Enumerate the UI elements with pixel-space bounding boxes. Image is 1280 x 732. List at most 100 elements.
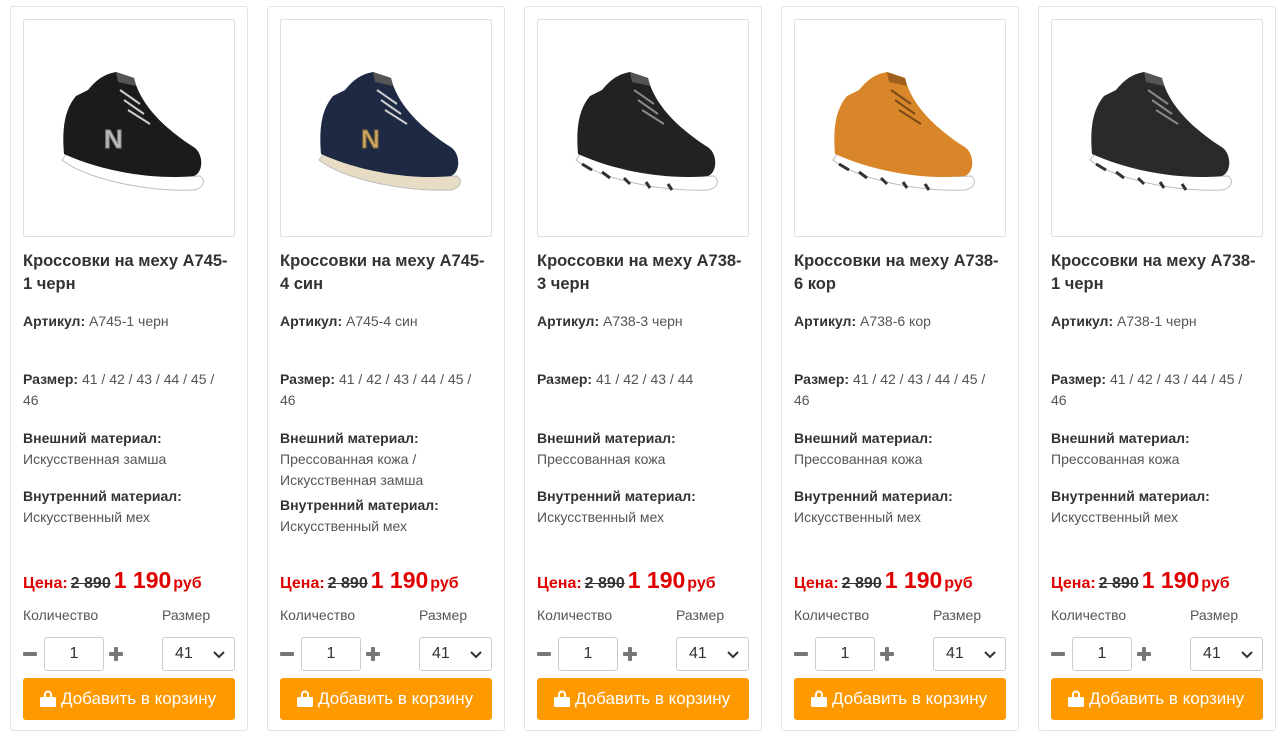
outer-material-value-cont: Искусственная замша bbox=[280, 472, 424, 488]
size-select-value: 41 bbox=[1203, 645, 1221, 662]
size-select-value: 41 bbox=[689, 645, 707, 662]
product-title-line: 3 черн bbox=[537, 275, 590, 293]
shopping-bag-icon bbox=[297, 690, 313, 707]
size-select[interactable]: 41 bbox=[419, 637, 492, 671]
inner-material-value: Искусственный мех bbox=[537, 509, 665, 525]
decrease-quantity-button[interactable] bbox=[794, 637, 810, 671]
product-image[interactable]: N bbox=[280, 19, 492, 237]
sizes-label: Размер: bbox=[1051, 371, 1107, 387]
quantity-label: Количество bbox=[23, 607, 99, 623]
svg-text:N: N bbox=[104, 124, 123, 154]
size-select-value: 41 bbox=[432, 645, 450, 662]
new-price: 1 190 bbox=[1141, 567, 1200, 593]
old-price: 2 890 bbox=[841, 575, 882, 592]
sizes-label: Размер: bbox=[280, 371, 336, 387]
decrease-quantity-button[interactable] bbox=[23, 637, 39, 671]
decrease-quantity-button[interactable] bbox=[537, 637, 553, 671]
sizes-value-cont: 46 bbox=[1051, 392, 1067, 408]
quantity-input[interactable] bbox=[558, 637, 618, 671]
article-value: А738-1 черн bbox=[1117, 313, 1197, 329]
product-title[interactable]: Кроссовки на меху А738- 1 черн bbox=[1051, 250, 1267, 296]
product-title-line: 1 черн bbox=[1051, 275, 1104, 293]
article-value: А745-1 черн bbox=[89, 313, 169, 329]
size-select-value: 41 bbox=[946, 645, 964, 662]
product-title[interactable]: Кроссовки на меху А738- 3 черн bbox=[537, 250, 753, 296]
product-image[interactable] bbox=[794, 19, 1006, 237]
currency: руб bbox=[1201, 575, 1230, 592]
outer-material-row: Внешний материал: Искусственная замша bbox=[23, 428, 239, 470]
product-title[interactable]: Кроссовки на меху А745- 1 черн bbox=[23, 250, 239, 296]
quantity-label: Количество bbox=[1051, 607, 1127, 623]
inner-material-label: Внутренний материал: bbox=[280, 497, 439, 513]
product-image[interactable]: N bbox=[23, 19, 235, 237]
add-to-cart-button[interactable]: Добавить в корзину bbox=[280, 678, 492, 720]
product-title[interactable]: Кроссовки на меху А745- 4 син bbox=[280, 250, 496, 296]
new-price: 1 190 bbox=[113, 567, 172, 593]
sizes-value-cont: 46 bbox=[23, 392, 39, 408]
increase-quantity-button[interactable] bbox=[1137, 637, 1153, 671]
sneaker-image: N bbox=[61, 72, 204, 191]
quantity-label: Количество bbox=[280, 607, 356, 623]
product-image[interactable] bbox=[1051, 19, 1263, 237]
price-label: Цена: bbox=[23, 575, 68, 592]
shopping-bag-icon bbox=[554, 690, 570, 707]
quantity-input[interactable] bbox=[1072, 637, 1132, 671]
sizes-row: Размер: 41 / 42 / 43 / 44 / 45 / 46 bbox=[794, 369, 1010, 411]
inner-material-value: Искусственный мех bbox=[23, 509, 151, 525]
outer-material-row: Внешний материал: Прессованная кожа / Иску… bbox=[280, 428, 496, 491]
add-to-cart-button[interactable]: Добавить в корзину bbox=[537, 678, 749, 720]
quantity-label: Количество bbox=[537, 607, 613, 623]
decrease-quantity-button[interactable] bbox=[1051, 637, 1067, 671]
product-card: Кроссовки на меху А738- 1 черн Артикул: … bbox=[1038, 6, 1276, 731]
chevron-down-icon bbox=[984, 651, 996, 659]
size-select-label: Размер bbox=[419, 607, 468, 623]
size-select[interactable]: 41 bbox=[1190, 637, 1263, 671]
sizes-row: Размер: 41 / 42 / 43 / 44 / 45 / 46 bbox=[280, 369, 496, 411]
outer-material-label: Внешний материал: bbox=[23, 430, 162, 446]
article-value: А738-3 черн bbox=[603, 313, 683, 329]
outer-material-label: Внешний материал: bbox=[537, 430, 676, 446]
sizes-row: Размер: 41 / 42 / 43 / 44 / 45 / 46 bbox=[1051, 369, 1267, 411]
outer-material-value: Прессованная кожа bbox=[537, 451, 666, 467]
increase-quantity-button[interactable] bbox=[109, 637, 125, 671]
sizes-value: 41 / 42 / 43 / 44 bbox=[595, 371, 694, 387]
quantity-label: Количество bbox=[794, 607, 870, 623]
quantity-input[interactable] bbox=[301, 637, 361, 671]
add-to-cart-button[interactable]: Добавить в корзину bbox=[1051, 678, 1263, 720]
article-row: Артикул: А738-6 кор bbox=[794, 311, 1010, 332]
old-price: 2 890 bbox=[327, 575, 368, 592]
add-to-cart-label: Добавить в корзину bbox=[575, 689, 731, 708]
add-to-cart-label: Добавить в корзину bbox=[832, 689, 988, 708]
outer-material-label: Внешний материал: bbox=[1051, 430, 1190, 446]
increase-quantity-button[interactable] bbox=[623, 637, 639, 671]
add-to-cart-button[interactable]: Добавить в корзину bbox=[794, 678, 1006, 720]
quantity-input[interactable] bbox=[815, 637, 875, 671]
article-value: А745-4 син bbox=[346, 313, 418, 329]
inner-material-row: Внутренний материал: Искусственный мех bbox=[280, 495, 496, 537]
sizes-value: 41 / 42 / 43 / 44 / 45 / bbox=[338, 371, 472, 387]
size-select[interactable]: 41 bbox=[162, 637, 235, 671]
product-card: Кроссовки на меху А738- 6 кор Артикул: А… bbox=[781, 6, 1019, 731]
size-select-label: Размер bbox=[933, 607, 982, 623]
decrease-quantity-button[interactable] bbox=[280, 637, 296, 671]
price-row: Цена: 2 890 1 190 руб bbox=[1051, 567, 1267, 594]
size-select[interactable]: 41 bbox=[676, 637, 749, 671]
product-title[interactable]: Кроссовки на меху А738- 6 кор bbox=[794, 250, 1010, 296]
new-price: 1 190 bbox=[370, 567, 429, 593]
chevron-down-icon bbox=[1241, 651, 1253, 659]
price-label: Цена: bbox=[794, 575, 839, 592]
product-title-line: 4 син bbox=[280, 275, 324, 293]
increase-quantity-button[interactable] bbox=[366, 637, 382, 671]
size-select-label: Размер bbox=[162, 607, 211, 623]
add-to-cart-button[interactable]: Добавить в корзину bbox=[23, 678, 235, 720]
article-value: А738-6 кор bbox=[860, 313, 931, 329]
product-title-line: Кроссовки на меху А738- bbox=[537, 252, 742, 270]
size-select[interactable]: 41 bbox=[933, 637, 1006, 671]
price-label: Цена: bbox=[537, 575, 582, 592]
outer-material-label: Внешний материал: bbox=[794, 430, 933, 446]
sizes-row: Размер: 41 / 42 / 43 / 44 / 45 / 46 bbox=[23, 369, 239, 411]
product-image[interactable] bbox=[537, 19, 749, 237]
increase-quantity-button[interactable] bbox=[880, 637, 896, 671]
outer-material-label: Внешний материал: bbox=[280, 430, 419, 446]
quantity-input[interactable] bbox=[44, 637, 104, 671]
